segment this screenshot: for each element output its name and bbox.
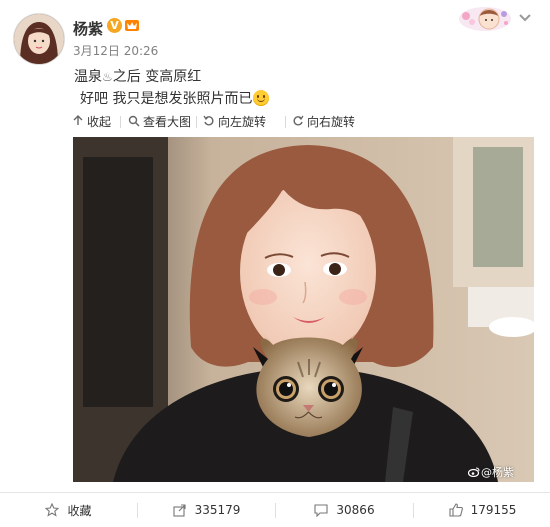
post-text-part-2: 之后 变高原红 (112, 69, 202, 85)
decoration-card-icon[interactable] (458, 6, 512, 32)
comment-count: 30866 (336, 503, 375, 517)
post-text-part-1: 温泉 (74, 69, 102, 85)
favorite-label: 收藏 (67, 503, 92, 518)
username[interactable]: 杨紫 (73, 18, 103, 39)
post-line-2: 好吧 我只是想发张照片而已 (74, 88, 270, 110)
rotate-left-label: 向左旋转 (218, 115, 267, 129)
like-count: 179155 (470, 503, 517, 517)
post-line-1: 温泉♨之后 变高原红 (74, 66, 269, 88)
rotate-right-button[interactable]: 向右旋转 (292, 113, 355, 130)
post-time[interactable]: 3月12日 20:26 (73, 42, 158, 59)
rotate-right-label: 向右旋转 (307, 115, 356, 129)
post-text-part-3: 好吧 我只是想发张照片而已 (80, 91, 253, 107)
post-text: 温泉♨之后 变高原红 好吧 我只是想发张照片而已 (74, 66, 270, 110)
view-large-button[interactable]: 查看大图 (128, 113, 191, 130)
verified-icon: V (107, 18, 122, 33)
thumbs-up-icon (449, 503, 463, 517)
share-button[interactable]: 335179 (138, 493, 275, 527)
post-photo[interactable] (73, 137, 534, 482)
favorite-button[interactable]: 收藏 (0, 493, 137, 527)
magnifier-icon (128, 115, 140, 127)
smile-emoji-icon (253, 90, 270, 106)
rotate-left-icon (203, 115, 214, 126)
watermark-text: @杨紫 (481, 466, 514, 479)
rotate-left-button[interactable]: 向左旋转 (203, 113, 266, 130)
selfie-with-cat-image (73, 137, 534, 482)
hot-spring-icon: ♨ (102, 70, 113, 84)
member-crown-icon[interactable] (124, 17, 140, 33)
share-icon (173, 504, 186, 517)
toolbar-divider (285, 116, 286, 128)
collapse-button[interactable]: 收起 (72, 113, 111, 130)
comment-icon (314, 504, 328, 517)
like-button[interactable]: 179155 (414, 493, 550, 527)
chevron-down-icon[interactable] (518, 13, 532, 23)
toolbar-divider (196, 116, 197, 128)
star-icon (45, 503, 60, 517)
arrow-up-icon (73, 115, 83, 125)
image-watermark: @杨紫 (468, 464, 514, 480)
toolbar-divider (120, 116, 121, 128)
avatar[interactable] (14, 14, 64, 64)
collapse-label: 收起 (87, 115, 112, 129)
weibo-logo-icon (468, 467, 480, 477)
weibo-post-card: 杨紫 V 3月12日 20:26 温泉♨之后 变高原红 好吧 我只是想发张照片而… (0, 0, 550, 527)
avatar-image (14, 14, 64, 64)
comment-button[interactable]: 30866 (276, 493, 413, 527)
rotate-right-icon (293, 115, 304, 126)
view-large-label: 查看大图 (143, 115, 192, 129)
action-bar: 收藏 335179 30866 179155 (0, 493, 550, 527)
share-count: 335179 (194, 503, 241, 517)
